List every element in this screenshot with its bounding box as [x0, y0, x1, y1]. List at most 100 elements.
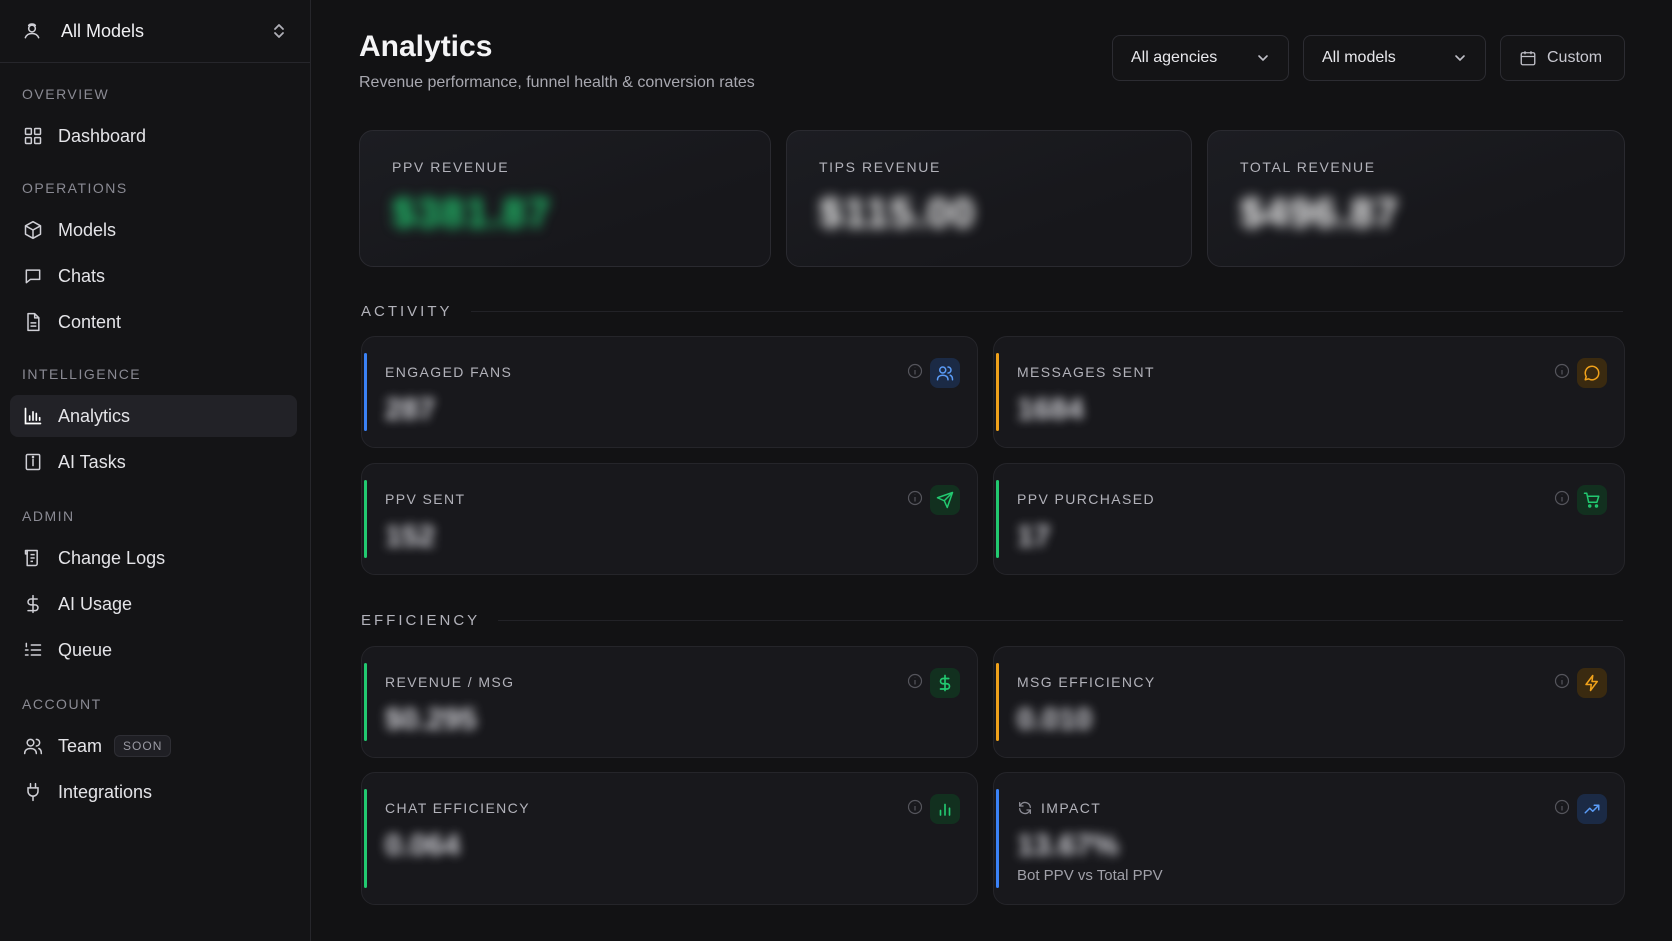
total-revenue-card: TOTAL REVENUE $496.87	[1207, 130, 1625, 267]
efficiency-section-header: EFFICIENCY	[361, 612, 1623, 629]
sidebar-item-chats[interactable]: Chats	[10, 255, 297, 297]
chat-efficiency-value: 0.064	[385, 829, 461, 862]
info-icon[interactable]	[907, 490, 923, 506]
soon-badge: SOON	[114, 735, 172, 757]
sidebar-item-ai-usage[interactable]: AI Usage	[10, 583, 297, 625]
info-icon[interactable]	[907, 673, 923, 689]
sidebar-item-label: AI Tasks	[58, 451, 126, 472]
agency-filter-label: All agencies	[1131, 49, 1218, 66]
sidebar-item-label: AI Usage	[58, 593, 133, 614]
sidebar-item-models[interactable]: Models	[10, 209, 297, 251]
date-range-label: Custom	[1547, 49, 1603, 66]
message-circle-icon	[1577, 358, 1607, 388]
info-icon[interactable]	[1554, 799, 1570, 815]
page-title: Analytics	[359, 30, 493, 63]
box-icon	[22, 219, 44, 241]
efficiency-section-title: EFFICIENCY	[361, 612, 481, 629]
revenue-per-msg-card: REVENUE / MSG $0.295	[361, 646, 978, 758]
accent-bar	[364, 663, 367, 741]
calendar-icon	[1519, 49, 1537, 67]
tips-revenue-label: TIPS REVENUE	[819, 159, 941, 175]
info-icon[interactable]	[907, 799, 923, 815]
ppv-revenue-card: PPV REVENUE $381.87	[359, 130, 771, 267]
accent-bar	[364, 480, 367, 558]
chevron-down-icon	[1453, 51, 1467, 65]
date-range-button[interactable]: Custom	[1500, 35, 1625, 81]
refresh-icon	[1017, 800, 1033, 816]
sidebar-item-content[interactable]: Content	[10, 301, 297, 343]
list-ordered-icon	[22, 639, 44, 661]
bar-chart-icon	[930, 794, 960, 824]
tips-revenue-value: $115.00	[819, 189, 976, 236]
sidebar-item-queue[interactable]: Queue	[10, 629, 297, 671]
accent-bar	[996, 480, 999, 558]
shopping-cart-icon	[1577, 485, 1607, 515]
ppv-purchased-card: PPV PURCHASED 17	[993, 463, 1625, 575]
send-icon	[930, 485, 960, 515]
info-icon[interactable]	[1554, 673, 1570, 689]
msg-efficiency-card: MSG EFFICIENCY 0.010	[993, 646, 1625, 758]
activity-section-header: ACTIVITY	[361, 303, 1623, 320]
scroll-icon	[22, 547, 44, 569]
divider	[470, 311, 1623, 312]
engaged-fans-value: 287	[385, 393, 436, 426]
messages-sent-label: MESSAGES SENT	[1017, 364, 1156, 380]
accent-bar	[996, 789, 999, 888]
ppv-revenue-label: PPV REVENUE	[392, 159, 510, 175]
revenue-per-msg-label: REVENUE / MSG	[385, 674, 515, 690]
sidebar-item-analytics[interactable]: Analytics	[10, 395, 297, 437]
model-switcher-label: All Models	[61, 20, 145, 41]
sidebar-item-team[interactable]: Team SOON	[10, 725, 297, 767]
section-operations: OPERATIONS	[22, 180, 128, 196]
plug-icon	[22, 781, 44, 803]
impact-label: IMPACT	[1041, 800, 1102, 816]
chevron-up-down-icon	[272, 22, 286, 40]
lightning-icon	[1577, 668, 1607, 698]
sidebar-item-label: Team	[58, 735, 103, 756]
sidebar-item-dashboard[interactable]: Dashboard	[10, 115, 297, 157]
messages-sent-card: MESSAGES SENT 1684	[993, 336, 1625, 448]
chat-icon	[22, 265, 44, 287]
ppv-purchased-value: 17	[1017, 520, 1051, 553]
page-subtitle: Revenue performance, funnel health & con…	[359, 74, 755, 91]
model-filter-select[interactable]: All models	[1303, 35, 1486, 81]
sidebar-item-label: Queue	[58, 639, 113, 660]
impact-subtitle: Bot PPV vs Total PPV	[1017, 867, 1163, 884]
msg-efficiency-value: 0.010	[1017, 703, 1093, 736]
sidebar-item-label: Dashboard	[58, 125, 147, 146]
ppv-sent-card: PPV SENT 152	[361, 463, 978, 575]
msg-efficiency-label: MSG EFFICIENCY	[1017, 674, 1156, 690]
section-account: ACCOUNT	[22, 696, 102, 712]
model-avatar-icon	[22, 21, 42, 41]
info-icon[interactable]	[1554, 363, 1570, 379]
messages-sent-value: 1684	[1017, 393, 1084, 426]
main-content: Analytics Revenue performance, funnel he…	[311, 0, 1672, 941]
sidebar-item-integrations[interactable]: Integrations	[10, 771, 297, 813]
task-icon	[22, 451, 44, 473]
document-icon	[22, 311, 44, 333]
ppv-purchased-label: PPV PURCHASED	[1017, 491, 1156, 507]
ppv-revenue-value: $381.87	[392, 189, 551, 236]
trending-up-icon	[1577, 794, 1607, 824]
engaged-fans-label: ENGAGED FANS	[385, 364, 513, 380]
chevron-down-icon	[1256, 51, 1270, 65]
section-admin: ADMIN	[22, 508, 75, 524]
sidebar-item-ai-tasks[interactable]: AI Tasks	[10, 441, 297, 483]
tips-revenue-card: TIPS REVENUE $115.00	[786, 130, 1192, 267]
revenue-per-msg-value: $0.295	[385, 703, 477, 736]
agency-filter-select[interactable]: All agencies	[1112, 35, 1289, 81]
sidebar-item-label: Integrations	[58, 781, 153, 802]
model-filter-label: All models	[1322, 49, 1396, 66]
sidebar-item-label: Change Logs	[58, 547, 166, 568]
sidebar-item-change-logs[interactable]: Change Logs	[10, 537, 297, 579]
sidebar: All Models OVERVIEW Dashboard OPERATIONS…	[0, 0, 311, 941]
info-icon[interactable]	[1554, 490, 1570, 506]
section-intelligence: INTELLIGENCE	[22, 366, 142, 382]
chat-efficiency-card: CHAT EFFICIENCY 0.064	[361, 772, 978, 905]
info-icon[interactable]	[907, 363, 923, 379]
model-switcher[interactable]: All Models	[0, 0, 310, 63]
total-revenue-label: TOTAL REVENUE	[1240, 159, 1376, 175]
impact-card: IMPACT 13.67% Bot PPV vs Total PPV	[993, 772, 1625, 905]
ppv-sent-label: PPV SENT	[385, 491, 466, 507]
impact-value: 13.67%	[1017, 829, 1119, 862]
